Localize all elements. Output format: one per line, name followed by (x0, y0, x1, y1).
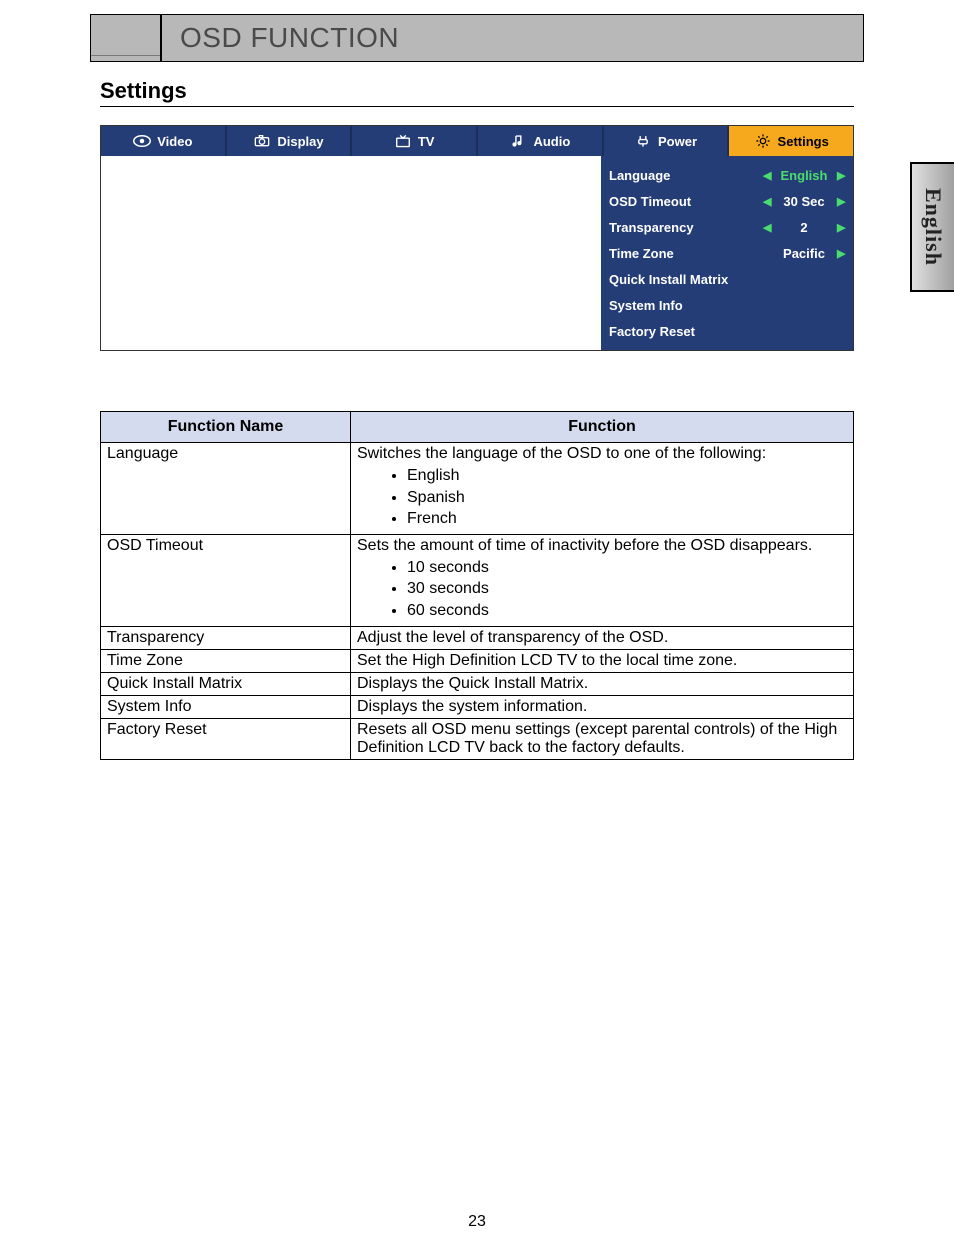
arrow-right-icon[interactable]: ▶ (837, 247, 845, 260)
cell-function-name: Language (101, 443, 351, 535)
osd-tab-power[interactable]: Power (604, 126, 730, 156)
page-title-text: OSD FUNCTION (180, 22, 399, 54)
language-side-tab: English (910, 162, 954, 292)
table-row: OSD Timeout Sets the amount of time of in… (101, 534, 854, 626)
cell-function-desc: Adjust the level of transparency of the … (351, 626, 854, 649)
cell-function-desc: Displays the system information. (351, 695, 854, 718)
osd-item-label: Language (609, 168, 759, 183)
plug-icon (634, 134, 652, 148)
osd-item[interactable]: Factory Reset (609, 318, 845, 344)
osd-tab-label: Display (277, 134, 323, 149)
arrow-left-icon[interactable]: ◀ (763, 195, 771, 208)
section-rule (100, 106, 854, 107)
table-row: TransparencyAdjust the level of transpar… (101, 626, 854, 649)
arrow-right-icon[interactable]: ▶ (837, 221, 845, 234)
gear-icon (754, 134, 772, 148)
cell-function-name: OSD Timeout (101, 534, 351, 626)
bullet-list: EnglishSpanishFrench (407, 465, 847, 530)
cell-function-desc: Displays the Quick Install Matrix. (351, 672, 854, 695)
osd-tab-label: Settings (778, 134, 829, 149)
tv-icon (394, 134, 412, 148)
table-header-row: Function Name Function (101, 412, 854, 443)
osd-item[interactable]: Transparency ◀ 2 ▶ (609, 214, 845, 240)
bullet-list: 10 seconds30 seconds60 seconds (407, 557, 847, 622)
osd-tab-label: TV (418, 134, 435, 149)
osd-item[interactable]: OSD Timeout ◀ 30 Sec ▶ (609, 188, 845, 214)
cell-function-name: Time Zone (101, 649, 351, 672)
cell-intro: Switches the language of the OSD to one … (357, 445, 847, 463)
language-side-tab-label: English (920, 188, 946, 266)
osd-screenshot: Video Display TV Audio Power Settings Languag… (100, 125, 854, 351)
bullet-item: English (407, 465, 847, 487)
arrow-right-icon[interactable]: ▶ (837, 169, 845, 182)
osd-body: Language◀English▶OSD Timeout◀30 Sec▶Tran… (101, 156, 853, 350)
table-row: Factory ResetResets all OSD menu setting… (101, 718, 854, 759)
cell-intro: Sets the amount of time of inactivity be… (357, 537, 847, 555)
osd-item-value: Pacific (775, 246, 833, 261)
osd-item-label: Factory Reset (609, 324, 845, 339)
osd-item[interactable]: Time Zone◀Pacific▶ (609, 240, 845, 266)
osd-item-value: English (775, 168, 833, 183)
osd-item-label: Time Zone (609, 246, 759, 261)
osd-tab-display[interactable]: Display (227, 126, 353, 156)
osd-item[interactable]: Language ◀ English ▶ (609, 162, 845, 188)
note-icon (509, 134, 527, 148)
cell-function-desc: Switches the language of the OSD to one … (351, 443, 854, 535)
bullet-item: 60 seconds (407, 600, 847, 622)
bullet-item: 30 seconds (407, 578, 847, 600)
osd-item-label: System Info (609, 298, 845, 313)
osd-item[interactable]: Quick Install Matrix (609, 266, 845, 292)
header-decoration (91, 15, 161, 61)
cell-function-name: Transparency (101, 626, 351, 649)
osd-tab-label: Power (658, 134, 697, 149)
table-row: System InfoDisplays the system informati… (101, 695, 854, 718)
osd-empty-area (101, 156, 601, 346)
osd-item-value: 2 (775, 220, 833, 235)
th-function-name: Function Name (101, 412, 351, 443)
osd-item-label: Quick Install Matrix (609, 272, 845, 287)
page-title: OSD FUNCTION (161, 15, 863, 61)
osd-item-label: Transparency (609, 220, 759, 235)
arrow-right-icon[interactable]: ▶ (837, 195, 845, 208)
cell-function-name: Quick Install Matrix (101, 672, 351, 695)
table-row: Language Switches the language of the OSD… (101, 443, 854, 535)
header-bar: OSD FUNCTION (90, 14, 864, 62)
page-number-text: 23 (468, 1213, 486, 1230)
osd-tab-settings[interactable]: Settings (729, 126, 853, 156)
cell-function-desc: Sets the amount of time of inactivity be… (351, 534, 854, 626)
page-number: 23 (0, 1213, 954, 1231)
osd-item-label: OSD Timeout (609, 194, 759, 209)
osd-tab-video[interactable]: Video (101, 126, 227, 156)
table-row: Quick Install MatrixDisplays the Quick I… (101, 672, 854, 695)
table-row: Time ZoneSet the High Definition LCD TV … (101, 649, 854, 672)
section-heading-text: Settings (100, 78, 187, 103)
bullet-item: 10 seconds (407, 557, 847, 579)
osd-item-value: 30 Sec (775, 194, 833, 209)
osd-settings-panel: Language◀English▶OSD Timeout◀30 Sec▶Tran… (601, 156, 853, 350)
cell-function-name: System Info (101, 695, 351, 718)
osd-tab-label: Audio (533, 134, 570, 149)
bullet-item: Spanish (407, 487, 847, 509)
osd-tab-tv[interactable]: TV (352, 126, 478, 156)
osd-tabs: Video Display TV Audio Power Settings (101, 126, 853, 156)
arrow-left-icon[interactable]: ◀ (763, 221, 771, 234)
osd-tab-audio[interactable]: Audio (478, 126, 604, 156)
function-table: Function Name Function Language Switches … (100, 411, 854, 760)
page: OSD FUNCTION Settings Video Display TV Audi… (0, 14, 954, 760)
osd-tab-label: Video (157, 134, 192, 149)
arrow-left-icon[interactable]: ◀ (763, 169, 771, 182)
cell-function-desc: Set the High Definition LCD TV to the lo… (351, 649, 854, 672)
th-function: Function (351, 412, 854, 443)
section-heading: Settings (100, 78, 854, 104)
cell-function-desc: Resets all OSD menu settings (except par… (351, 718, 854, 759)
bullet-item: French (407, 508, 847, 530)
osd-item[interactable]: System Info (609, 292, 845, 318)
eye-icon (133, 134, 151, 148)
camera-icon (253, 134, 271, 148)
cell-function-name: Factory Reset (101, 718, 351, 759)
